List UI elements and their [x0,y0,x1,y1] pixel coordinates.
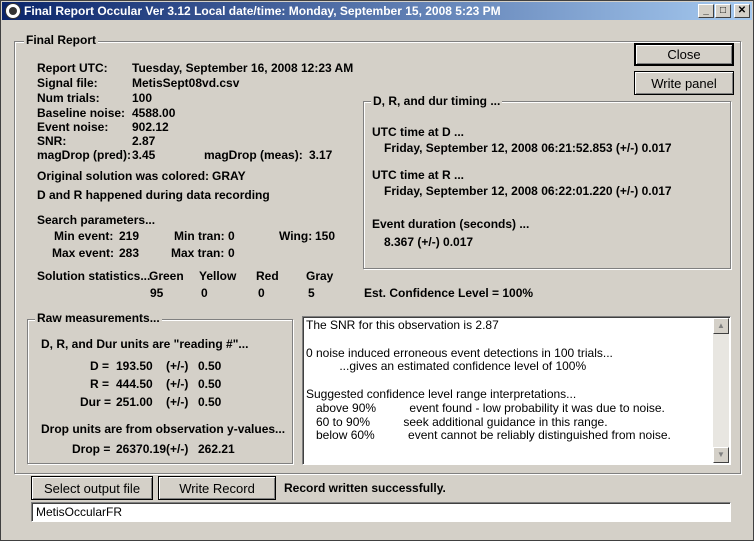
original-colored-label: Original solution was colored: [37,169,210,183]
utc-r-value: Friday, September 12, 2008 06:22:01.220 … [384,184,672,198]
yellow-label: Yellow [199,269,237,283]
utc-r-label: UTC time at R ... [372,168,465,182]
raw-d-label: D = [90,359,110,373]
green-label: Green [149,269,184,283]
signal-file-value: MetisSept08vd.csv [132,76,240,90]
report-utc-value: Tuesday, September 16, 2008 12:23 AM [132,61,354,75]
drop-label: Drop = [72,442,111,456]
raw-d-pm: (+/-) [166,359,189,373]
red-label: Red [256,269,279,283]
close-button[interactable]: Close [634,43,734,66]
app-icon [5,3,21,19]
raw-dur-label: Dur = [80,395,112,409]
confidence-level: Est. Confidence Level = 100% [364,286,534,300]
final-report-window: Final Report Occular Ver 3.12 Local date… [0,0,754,541]
event-noise-label: Event noise: [37,120,109,134]
magdrop-pred-value: 3.45 [132,148,156,162]
window-title: Final Report Occular Ver 3.12 Local date… [24,4,501,18]
raw-d-err: 0.50 [198,359,222,373]
num-trials-label: Num trials: [37,91,100,105]
baseline-noise-label: Baseline noise: [37,106,126,120]
drop-units-note: Drop units are from observation y-values… [41,422,286,436]
max-event-value: 283 [119,246,140,260]
gray-label: Gray [306,269,334,283]
duration-label: Event duration (seconds) ... [372,217,530,231]
raw-dur-value: 251.00 [116,395,153,409]
snr-label: SNR: [37,134,67,148]
timing-group-label: D, R, and dur timing ... [371,94,503,108]
magdrop-meas-label: magDrop (meas): [204,148,303,162]
drop-value: 26370.19 [116,442,167,456]
signal-file-label: Signal file: [37,76,98,90]
min-tran-value: 0 [228,229,235,243]
snr-value: 2.87 [132,134,156,148]
select-output-file-button[interactable]: Select output file [31,476,153,500]
write-record-button[interactable]: Write Record [158,476,276,500]
title-bar[interactable]: Final Report Occular Ver 3.12 Local date… [2,2,752,20]
utc-d-label: UTC time at D ... [372,125,465,139]
max-tran-label: Max tran: [171,246,225,260]
raw-dur-pm: (+/-) [166,395,189,409]
raw-dur-err: 0.50 [198,395,222,409]
status-text: Record written successfully. [284,481,446,495]
red-value: 0 [258,286,265,300]
minimize-button[interactable]: _ [698,4,714,18]
final-report-group-label: Final Report [24,33,99,47]
wing-value: 150 [315,229,336,243]
baseline-noise-value: 4588.00 [132,106,176,120]
write-panel-button[interactable]: Write panel [634,71,734,95]
maximize-button[interactable]: □ [715,4,731,18]
max-event-label: Max event: [52,246,115,260]
memo-text: The SNR for this observation is 2.87 0 n… [306,318,671,443]
confidence-memo[interactable]: The SNR for this observation is 2.87 0 n… [302,316,731,465]
search-params-label: Search parameters... [37,213,156,227]
output-file-field[interactable] [31,502,731,522]
raw-r-err: 0.50 [198,377,222,391]
solution-stats-label: Solution statistics... [37,269,151,283]
scroll-up-icon[interactable]: ▲ [713,318,729,334]
green-value: 95 [150,286,164,300]
dr-during-recording: D and R happened during data recording [37,188,270,202]
report-utc-label: Report UTC: [37,61,108,75]
min-event-label: Min event: [54,229,114,243]
event-noise-value: 902.12 [132,120,169,134]
original-colored-value: GRAY [212,169,246,183]
raw-r-value: 444.50 [116,377,153,391]
duration-value: 8.367 (+/-) 0.017 [384,235,474,249]
magdrop-meas-value: 3.17 [309,148,333,162]
raw-r-pm: (+/-) [166,377,189,391]
scroll-down-icon[interactable]: ▼ [713,447,729,463]
wing-label: Wing: [279,229,313,243]
raw-r-label: R = [90,377,110,391]
max-tran-value: 0 [228,246,235,260]
raw-measurements-label: Raw measurements... [35,311,162,325]
num-trials-value: 100 [132,91,153,105]
gray-value: 5 [308,286,315,300]
raw-units-note: D, R, and Dur units are "reading #"... [41,337,249,351]
drop-pm: (+/-) [166,442,189,456]
memo-scrollbar[interactable]: ▲ ▼ [713,318,729,463]
close-window-button[interactable]: ✕ [734,4,750,18]
utc-d-value: Friday, September 12, 2008 06:21:52.853 … [384,141,672,155]
min-event-value: 219 [119,229,140,243]
drop-err: 262.21 [198,442,235,456]
magdrop-pred-label: magDrop (pred): [37,148,131,162]
yellow-value: 0 [201,286,208,300]
raw-d-value: 193.50 [116,359,153,373]
min-tran-label: Min tran: [174,229,225,243]
